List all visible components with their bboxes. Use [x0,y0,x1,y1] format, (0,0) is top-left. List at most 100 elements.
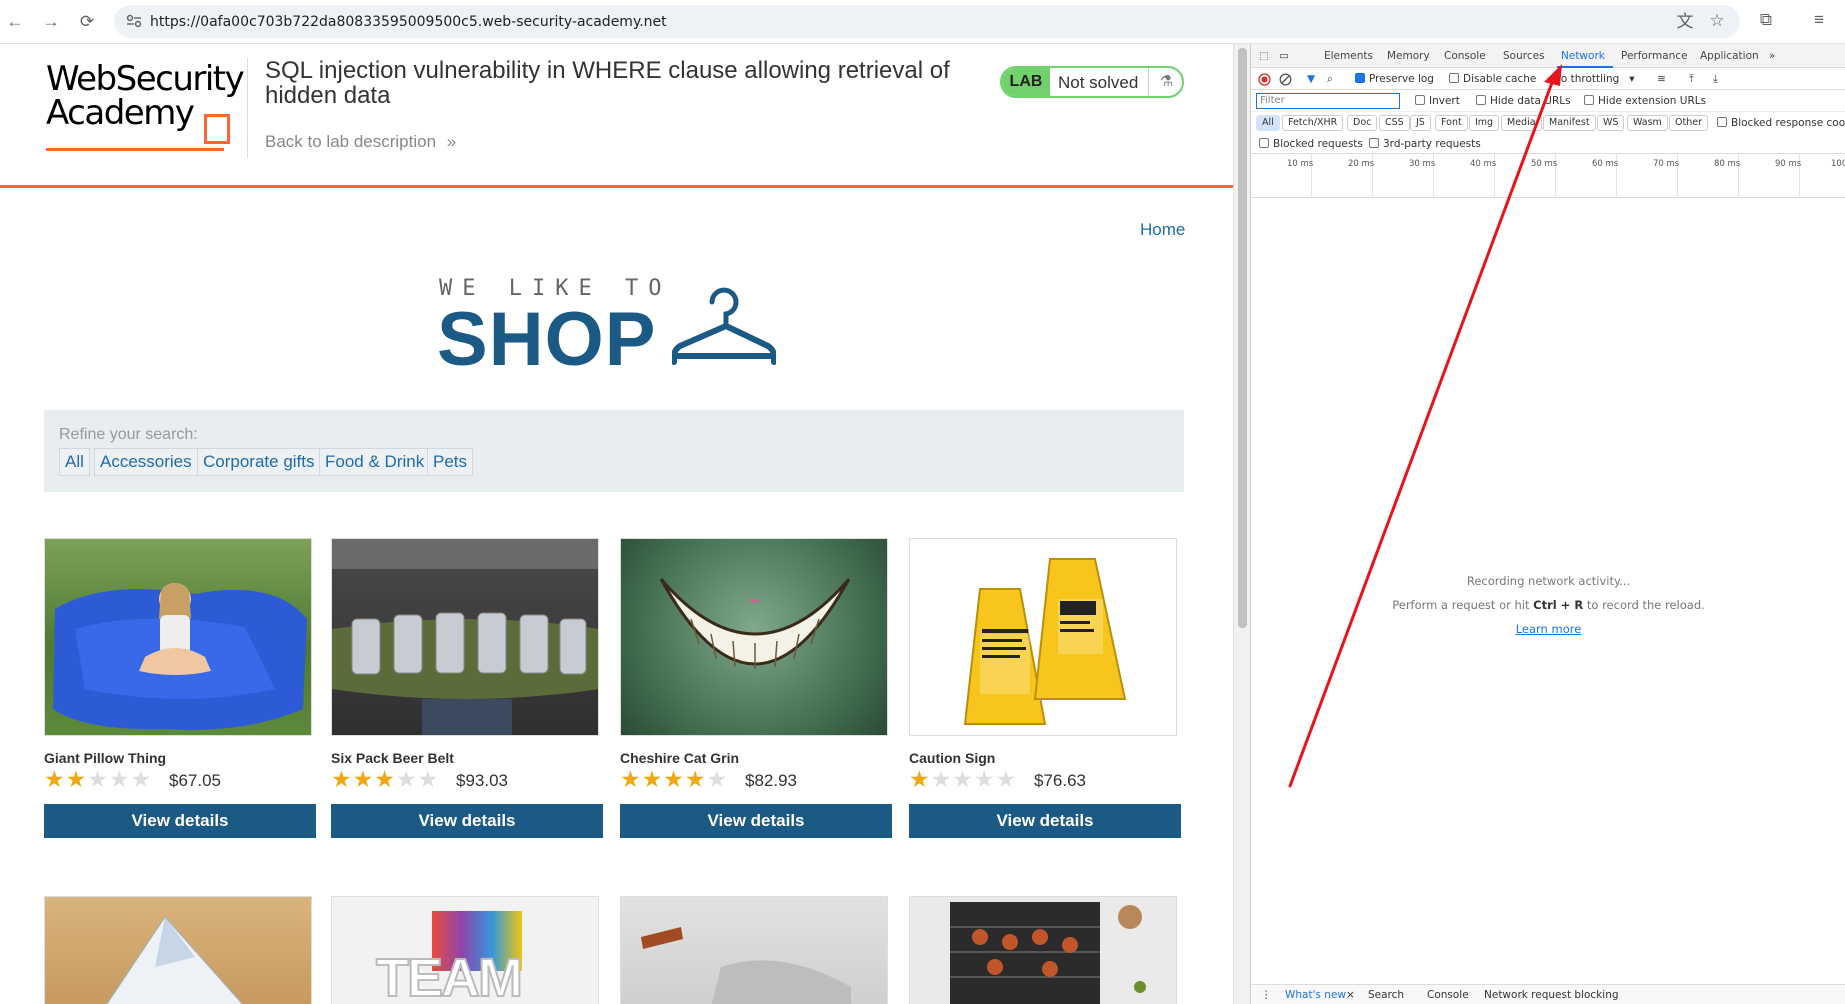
filter-icon[interactable]: ▼ [1307,73,1315,85]
network-empty-state: Recording network activity... Perform a … [1251,574,1845,646]
web-security-academy-logo[interactable]: WebSecurity Academy [46,62,246,172]
tick-label: 10 ms [1287,159,1314,169]
address-bar[interactable]: https://0afa00c703b722da80833595009500c5… [114,5,1740,38]
reading-list-icon[interactable]: ≡ [1808,9,1830,31]
reload-icon[interactable]: ⟳ [76,11,98,33]
star-empty-icon: ★★★★ [930,766,1018,792]
more-tabs-icon[interactable]: » [1769,50,1775,62]
view-details-button[interactable]: View details [909,804,1181,838]
url-text[interactable]: https://0afa00c703b722da80833595009500c5… [150,14,667,30]
view-details-button[interactable]: View details [331,804,603,838]
network-timeline-overview[interactable]: 10 ms 20 ms 30 ms 40 ms 50 ms 60 ms 70 m… [1251,154,1845,198]
disable-cache-checkbox[interactable]: Disable cache [1449,73,1536,85]
extensions-icon[interactable]: ⧉ [1755,9,1777,31]
type-doc[interactable]: Doc [1347,115,1378,131]
drawer-tab-network-request-blocking[interactable]: Network request blocking [1484,989,1619,1001]
type-img[interactable]: Img [1469,115,1500,131]
team-text: TEAM [375,947,524,1004]
star-empty-icon: ★ [706,766,729,792]
lab-status-badge: LAB Not solved ⚗ [1000,66,1184,98]
drawer-tab-console[interactable]: Console [1427,989,1469,1001]
devtools-tab-bar: ⬚ ▭ Elements Memory Console Sources Netw… [1251,44,1845,68]
view-details-button[interactable]: View details [620,804,892,838]
invert-checkbox[interactable]: Invert [1415,95,1460,107]
device-toolbar-icon[interactable]: ▭ [1279,50,1289,62]
product-image[interactable] [620,538,888,736]
product-image[interactable]: TEAM [331,896,599,1004]
filter-accessories[interactable]: Accessories [94,448,198,476]
tab-network[interactable]: Network [1561,50,1605,62]
product-image[interactable] [331,538,599,736]
clear-icon[interactable] [1279,73,1292,86]
tab-application[interactable]: Application [1700,50,1759,62]
product-image[interactable] [909,538,1177,736]
product-image[interactable] [44,896,312,1004]
lightning-bolt-icon [204,114,230,144]
hide-extension-urls-checkbox[interactable]: Hide extension URLs [1584,95,1706,107]
filter-corporate-gifts[interactable]: Corporate gifts [197,448,321,476]
type-font[interactable]: Font [1435,115,1468,131]
type-all[interactable]: All [1256,115,1280,131]
tick-label: 100 [1831,159,1845,169]
star-empty-icon: ★★ [395,766,440,792]
record-icon[interactable] [1258,73,1271,86]
browser-toolbar: ← → ⟳ https://0afa00c703b722da8083359500… [0,0,1845,44]
filter-input[interactable]: Filter [1256,93,1400,109]
type-other[interactable]: Other [1669,115,1708,131]
filter-pets[interactable]: Pets [427,448,474,476]
learn-more-link[interactable]: Learn more [1251,622,1845,636]
shop-logo: WE LIKE TO SHOP [437,276,797,416]
product-image[interactable] [620,896,888,1004]
tab-performance[interactable]: Performance [1621,50,1688,62]
filter-all[interactable]: All [59,448,90,476]
tab-sources[interactable]: Sources [1503,50,1545,62]
search-icon[interactable]: ⌕ [1327,73,1333,86]
type-wasm[interactable]: Wasm [1627,115,1668,131]
product-rating: ★★★★★ [44,766,152,793]
hide-data-urls-checkbox[interactable]: Hide data URLs [1476,95,1571,107]
tick-label: 80 ms [1714,159,1741,169]
view-details-button[interactable]: View details [44,804,316,838]
site-settings-icon[interactable] [126,14,142,28]
type-js[interactable]: JS [1410,115,1431,131]
import-har-icon[interactable]: ⤒ [1689,73,1694,86]
forward-arrow-icon[interactable]: → [40,11,62,33]
type-fetch-xhr[interactable]: Fetch/XHR [1282,115,1344,131]
tab-console[interactable]: Console [1444,50,1486,62]
blocked-requests-checkbox[interactable]: Blocked requests [1259,138,1363,150]
type-manifest[interactable]: Manifest [1543,115,1596,131]
throttling-select[interactable]: No throttling ▾ [1553,73,1635,85]
type-ws[interactable]: WS [1597,115,1625,131]
back-arrow-icon[interactable]: ← [4,11,26,33]
translate-icon[interactable]: 文 [1674,11,1696,33]
type-css[interactable]: CSS [1379,115,1410,131]
coat-hanger-icon [672,287,776,365]
export-har-icon[interactable]: ⤓ [1713,73,1718,86]
bookmark-star-icon[interactable]: ☆ [1706,10,1728,32]
star-icon: ★★★ [331,766,396,792]
page-scrollbar-thumb[interactable] [1238,48,1247,628]
drawer-tab-whats-new[interactable]: What's new [1285,989,1346,1001]
filter-food-drink[interactable]: Food & Drink [319,448,431,476]
product-image[interactable] [909,896,1177,1004]
page-scrollbar[interactable] [1233,44,1250,1004]
flask-icon: ⚗ [1148,68,1182,96]
preserve-log-checkbox[interactable]: Preserve log [1355,73,1434,85]
double-chevron-icon: » [446,132,457,151]
type-media[interactable]: Media [1501,115,1542,131]
inspect-element-icon[interactable]: ⬚ [1259,50,1269,62]
drawer-close-icon[interactable]: × [1346,989,1355,1001]
third-party-requests-checkbox[interactable]: 3rd-party requests [1369,138,1481,150]
academy-header: WebSecurity Academy SQL injection vulner… [0,44,1233,188]
network-conditions-icon[interactable]: ≋ [1657,73,1666,85]
product-name: Six Pack Beer Belt [331,750,454,766]
back-to-lab-description-link[interactable]: Back to lab description » [265,132,456,152]
drawer-menu-icon[interactable]: ⋮ [1261,989,1272,1001]
tab-memory[interactable]: Memory [1387,50,1430,62]
home-link[interactable]: Home [1140,220,1185,240]
product-rating: ★★★★★ [620,766,728,793]
blocked-response-cookies-checkbox[interactable]: Blocked response cookies [1717,117,1845,129]
product-image[interactable] [44,538,312,736]
drawer-tab-search[interactable]: Search [1368,989,1404,1001]
tab-elements[interactable]: Elements [1324,50,1373,62]
